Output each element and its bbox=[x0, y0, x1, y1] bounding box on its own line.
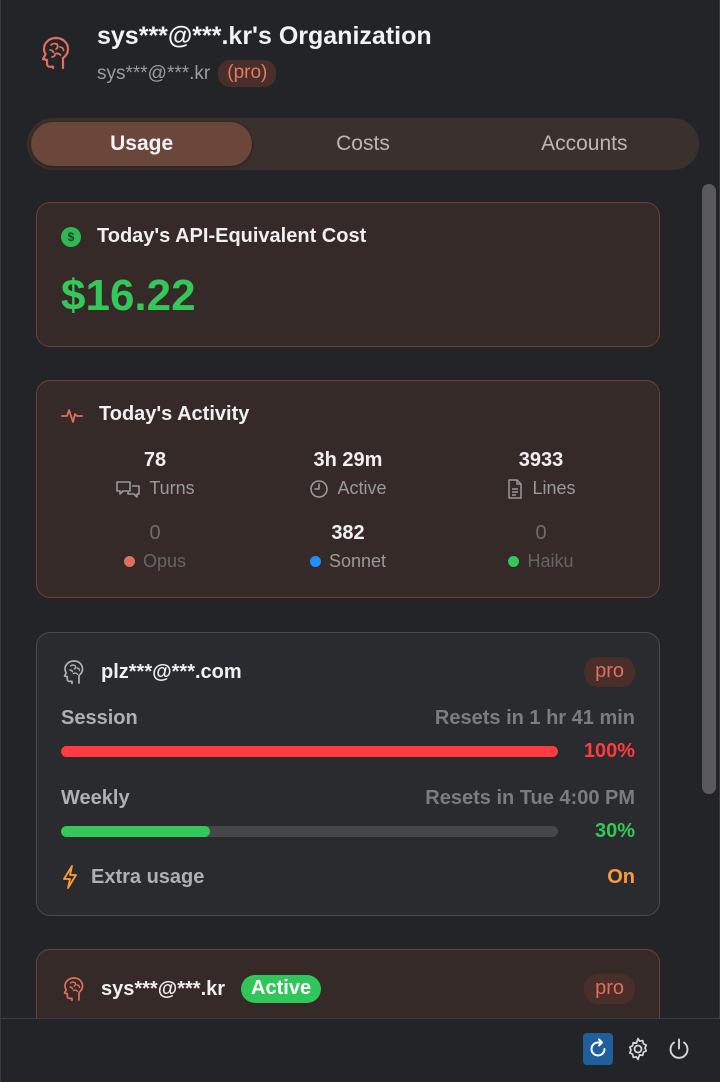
tab-costs[interactable]: Costs bbox=[252, 122, 473, 166]
stat-label: Active bbox=[337, 478, 387, 498]
model-haiku: 0 Haiku bbox=[441, 522, 641, 572]
activity-card-title: Today's Activity bbox=[99, 403, 250, 425]
brain-logo-icon bbox=[41, 36, 70, 70]
dollar-circle-icon: $ bbox=[61, 226, 81, 247]
cost-value: $16.22 bbox=[61, 271, 196, 320]
stat-value: 3h 29m bbox=[313, 449, 383, 471]
session-meter: Session Resets in 1 hr 41 min 100% bbox=[61, 707, 635, 764]
progress-track bbox=[61, 826, 558, 837]
stat-label: Lines bbox=[532, 478, 576, 498]
account-email: sys***@***.kr bbox=[101, 977, 226, 1000]
model-color-dot bbox=[508, 556, 520, 567]
org-title: sys***@***.kr's Organization bbox=[97, 22, 432, 50]
extra-usage-label: Extra usage bbox=[91, 865, 205, 888]
scrollbar-thumb[interactable] bbox=[702, 184, 716, 794]
account-header: sys***@***.kr Active pro bbox=[61, 974, 635, 1004]
tab-bar: Usage Costs Accounts bbox=[27, 118, 699, 170]
progress-fill bbox=[61, 746, 558, 757]
cost-card-title: Today's API-Equivalent Cost bbox=[97, 225, 367, 247]
meter-label: Session bbox=[61, 707, 138, 729]
settings-icon bbox=[628, 1037, 648, 1061]
tab-accounts[interactable]: Accounts bbox=[474, 122, 695, 166]
stat-active: 3h 29m Active bbox=[248, 449, 448, 499]
extra-usage-state[interactable]: On bbox=[607, 866, 635, 889]
model-label: Sonnet bbox=[328, 551, 387, 571]
model-color-dot bbox=[309, 556, 321, 567]
meter-percent: 100% bbox=[583, 740, 635, 762]
account-email: plz***@***.com bbox=[101, 660, 242, 683]
usage-panel: sys***@***.kr's Organization sys***@***.… bbox=[0, 0, 720, 1082]
cost-card: $ Today's API-Equivalent Cost $16.22 bbox=[36, 202, 660, 347]
weekly-meter: Weekly Resets in Tue 4:00 PM 30% bbox=[61, 787, 635, 844]
plan-badge: pro bbox=[584, 974, 635, 1004]
model-count: 382 bbox=[331, 522, 365, 544]
footer-toolbar bbox=[1, 1018, 720, 1082]
stat-value: 3933 bbox=[518, 449, 564, 471]
model-count: 0 bbox=[149, 522, 161, 544]
cost-card-header: $ Today's API-Equivalent Cost bbox=[61, 225, 366, 248]
model-sonnet: 382 Sonnet bbox=[248, 522, 448, 572]
stat-turns: 78 Turns bbox=[55, 449, 255, 499]
account-card[interactable]: plz***@***.com pro Session Resets in 1 h… bbox=[36, 632, 660, 916]
model-label: Haiku bbox=[527, 551, 574, 571]
model-color-dot bbox=[123, 556, 135, 567]
lightning-icon bbox=[63, 865, 77, 889]
plan-badge: (pro) bbox=[218, 60, 277, 87]
activity-pulse-icon bbox=[61, 408, 83, 423]
meter-reset-text: Resets in 1 hr 41 min bbox=[434, 707, 635, 729]
meter-reset-text: Resets in Tue 4:00 PM bbox=[425, 787, 635, 809]
model-opus: 0 Opus bbox=[55, 522, 255, 572]
power-icon bbox=[669, 1038, 689, 1059]
org-header: sys***@***.kr's Organization sys***@***.… bbox=[35, 22, 689, 92]
activity-card: Today's Activity 78 Turns 3h 29m Active … bbox=[36, 380, 660, 598]
progress-fill bbox=[61, 826, 211, 837]
content-scroll-area[interactable]: $ Today's API-Equivalent Cost $16.22 Tod… bbox=[1, 186, 701, 1018]
tab-usage[interactable]: Usage bbox=[31, 122, 253, 166]
settings-button[interactable] bbox=[623, 1033, 653, 1065]
document-icon bbox=[508, 478, 523, 499]
brain-icon bbox=[63, 660, 84, 685]
org-subtitle: sys***@***.kr (pro) bbox=[97, 60, 277, 87]
account-card[interactable]: sys***@***.kr Active pro bbox=[36, 949, 660, 1018]
refresh-button[interactable] bbox=[583, 1033, 613, 1065]
org-email: sys***@***.kr bbox=[97, 62, 211, 84]
stat-value: 78 bbox=[143, 449, 167, 471]
activity-card-header: Today's Activity bbox=[61, 403, 249, 426]
meter-percent: 30% bbox=[594, 820, 635, 842]
extra-usage-row[interactable]: Extra usage On bbox=[61, 865, 635, 889]
stat-label: Turns bbox=[149, 478, 195, 498]
progress-track bbox=[61, 746, 558, 757]
brain-icon bbox=[63, 977, 84, 1002]
account-header: plz***@***.com pro bbox=[61, 657, 635, 687]
power-button[interactable] bbox=[664, 1033, 694, 1065]
stat-lines: 3933 Lines bbox=[441, 449, 641, 499]
clock-icon bbox=[310, 479, 329, 498]
model-label: Opus bbox=[142, 551, 187, 571]
model-count: 0 bbox=[535, 522, 547, 544]
refresh-icon bbox=[590, 1038, 606, 1057]
chat-bubbles-icon bbox=[116, 480, 141, 498]
meter-label: Weekly bbox=[61, 787, 130, 809]
active-status-badge: Active bbox=[241, 975, 322, 1003]
plan-badge: pro bbox=[584, 657, 635, 687]
